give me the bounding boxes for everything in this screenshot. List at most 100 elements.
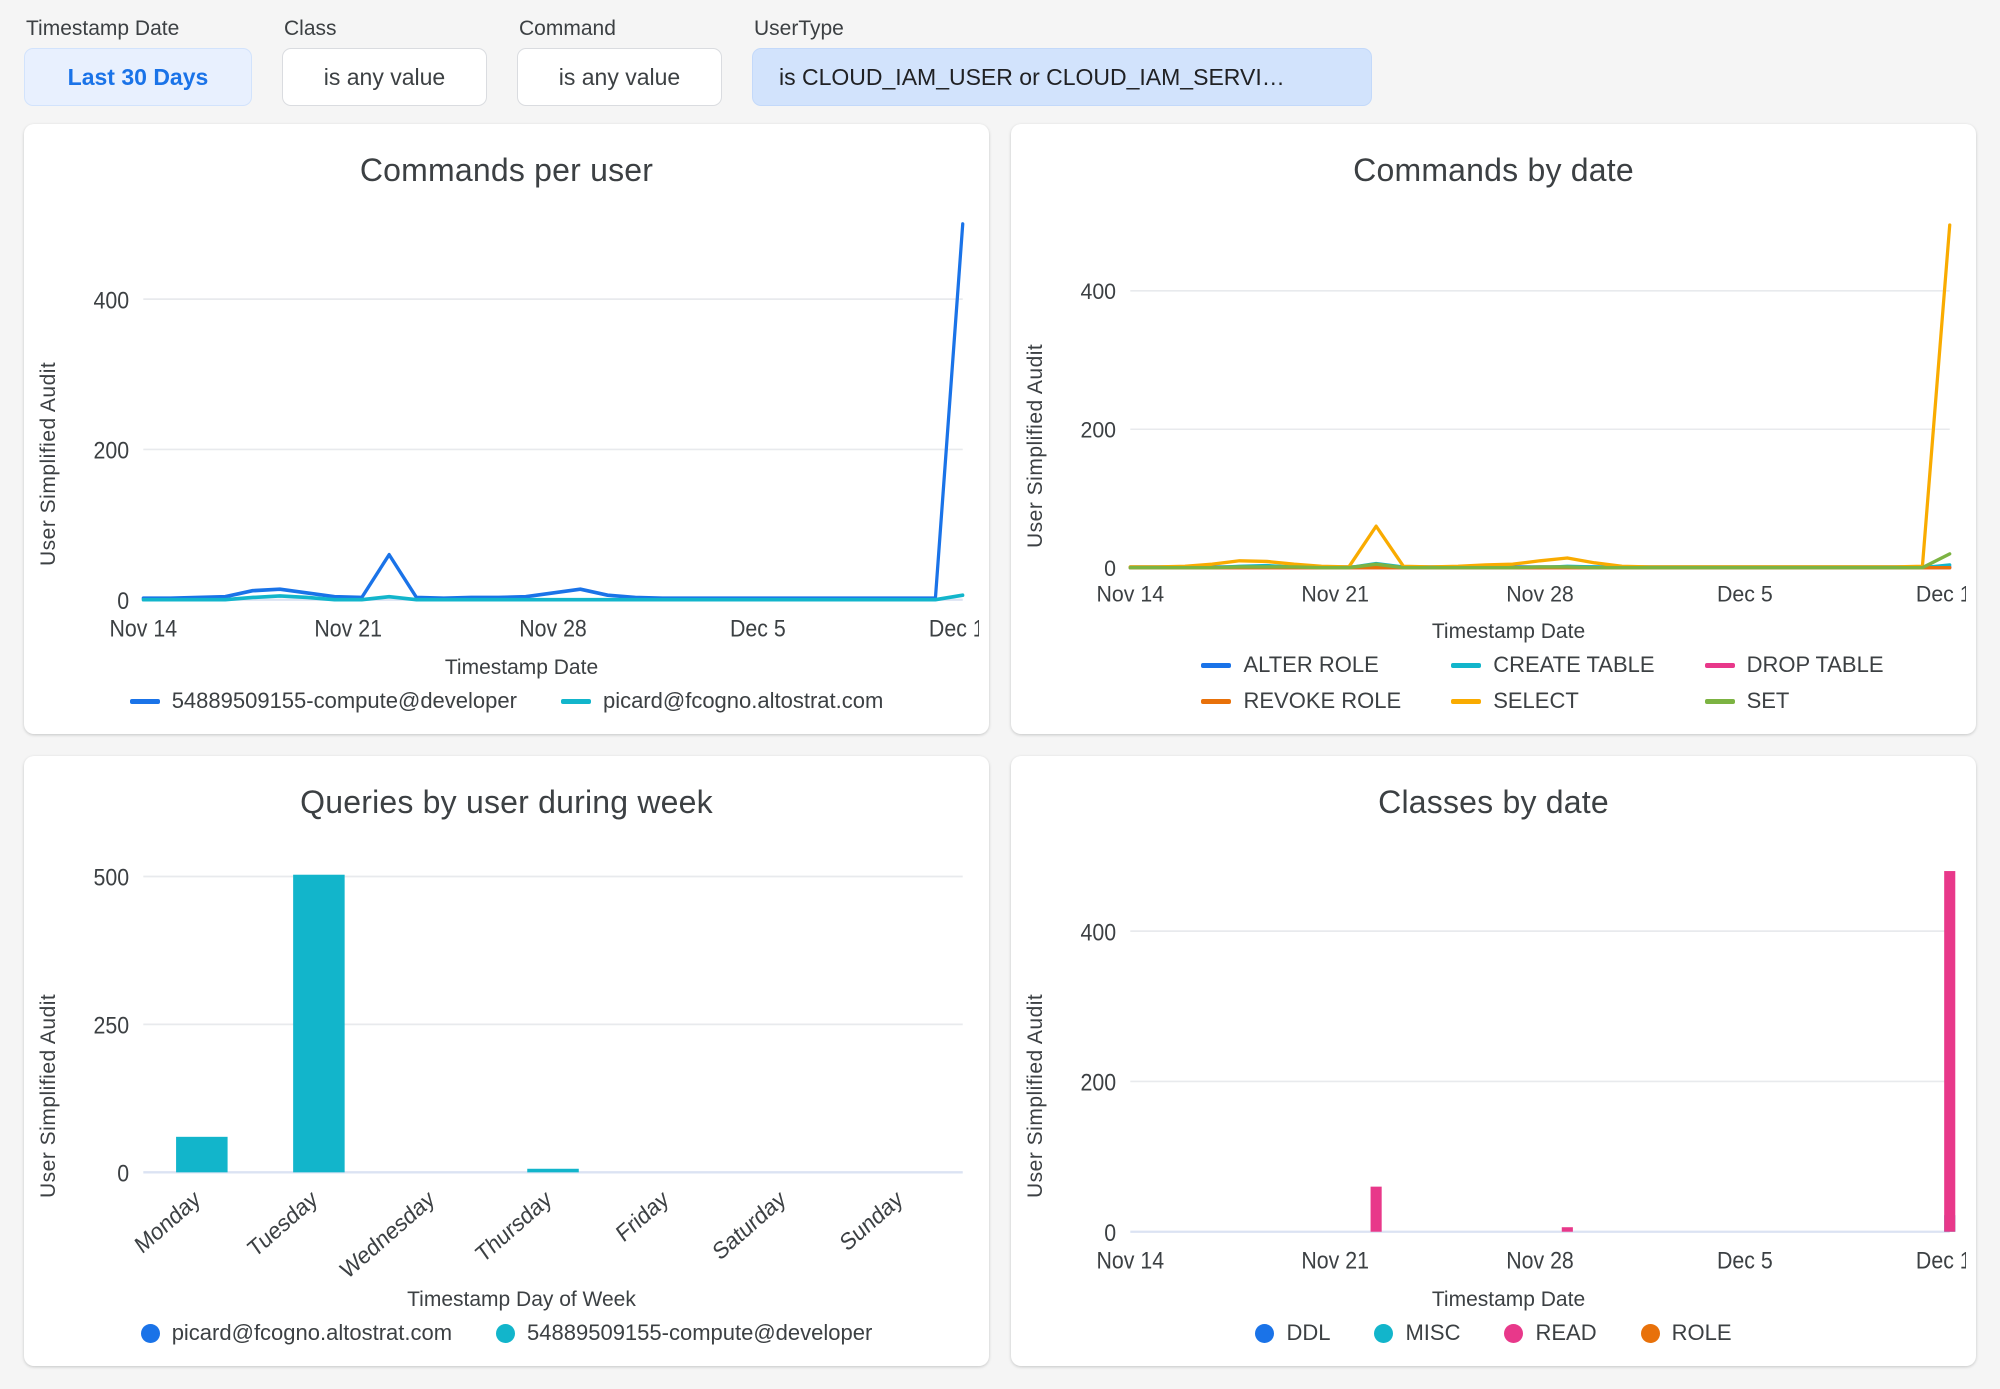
legend-label: REVOKE ROLE: [1243, 688, 1402, 713]
legend-line-icon: [1451, 698, 1482, 704]
chart-svg: 0 200 400 Nov 14 Nov 21 Nov 28 Dec 5 Dec 12: [1080, 223, 1966, 606]
plot-area: User Simplified Audit 0 200 400 Nov 14 Nov 2…: [1021, 825, 1966, 1314]
legend-item[interactable]: READ: [1504, 1320, 1597, 1346]
chart-canvas-queries-by-user[interactable]: 0 250 500 Monday Tuesday Wednesday Thursday Fri…: [64, 825, 979, 1282]
legend-commands-per-user: 54889509155-compute@developer picard@fcog…: [34, 682, 979, 724]
tile-title: Classes by date: [1378, 784, 1609, 820]
bar[interactable]: [293, 874, 345, 1173]
filter-label: UserType: [754, 17, 844, 40]
legend-item[interactable]: SET: [1704, 688, 1884, 714]
bar[interactable]: [1944, 871, 1956, 1232]
x-axis-label: Timestamp Date: [1431, 1288, 1586, 1311]
filter-label: Timestamp Date: [26, 17, 180, 40]
legend-item[interactable]: REVOKE ROLE: [1201, 688, 1401, 714]
filter-bar: Timestamp Date Last 30 Days Class is any…: [0, 0, 2000, 114]
filter-usertype: UserType is CLOUD_IAM_USER or CLOUD_IAM_…: [752, 18, 1372, 106]
filter-chip-timestamp-date[interactable]: Last 30 Days: [24, 48, 252, 106]
x-tick-label: Tuesday: [243, 1184, 322, 1262]
legend-label: READ: [1535, 1320, 1597, 1345]
legend-label: DDL: [1286, 1320, 1331, 1345]
legend-label: picard@fcogno.altostrat.com: [171, 1320, 453, 1345]
bar[interactable]: [1370, 1186, 1382, 1232]
y-axis-label: User Simplified Audit: [1024, 343, 1047, 548]
legend-line-icon: [560, 698, 591, 704]
legend-line-icon: [1704, 662, 1735, 668]
legend-label: SELECT: [1493, 688, 1579, 713]
y-axis-label: User Simplified Audit: [37, 993, 60, 1198]
x-tick-label: Nov 28: [1506, 1246, 1574, 1273]
legend-item[interactable]: SELECT: [1451, 688, 1654, 714]
legend-commands-by-date: ALTER ROLE CREATE TABLE DROP TABLE REVOKE R…: [1021, 646, 1966, 724]
y-tick-label: 200: [93, 436, 129, 463]
legend-item[interactable]: 54889509155-compute@developer: [496, 1320, 872, 1346]
y-tick-label: 200: [1080, 1068, 1116, 1095]
y-tick-label: 200: [1080, 417, 1116, 442]
filter-timestamp-date: Timestamp Date Last 30 Days: [24, 18, 252, 106]
legend-dot-icon: [140, 1323, 160, 1343]
y-tick-label: 0: [117, 1159, 129, 1186]
filter-label: Command: [519, 17, 616, 40]
chart-svg: 0 200 400 Nov 14 Nov 21 Nov 28 Dec 5 Dec 12: [93, 222, 979, 642]
chart-canvas-commands-by-date[interactable]: 0 200 400 Nov 14 Nov 21 Nov 28 Dec 5 Dec 12: [1051, 193, 1966, 614]
series-line[interactable]: [1128, 223, 1952, 569]
legend-item[interactable]: ROLE: [1640, 1320, 1732, 1346]
x-tick-label: Saturday: [708, 1184, 791, 1265]
tile-commands-by-date[interactable]: Commands by date User Simplified Audit 0…: [1011, 124, 1976, 734]
y-tick-label: 400: [1080, 279, 1116, 304]
tile-commands-per-user[interactable]: Commands per user User Simplified Audit …: [24, 124, 989, 734]
legend-label: 54889509155-compute@developer: [527, 1320, 873, 1345]
chart-svg: 0 250 500 Monday Tuesday Wednesday Thursday Fri…: [93, 863, 963, 1282]
series-line[interactable]: [141, 222, 965, 601]
y-tick-label: 500: [93, 863, 129, 890]
tile-classes-by-date[interactable]: Classes by date User Simplified Audit 0 2…: [1011, 756, 1976, 1366]
tile-queries-by-user-during-week[interactable]: Queries by user during week User Simplif…: [24, 756, 989, 1366]
legend-label: MISC: [1405, 1320, 1461, 1345]
x-tick-label: Nov 21: [1301, 1246, 1369, 1273]
legend-item[interactable]: MISC: [1374, 1320, 1460, 1346]
tile-title: Queries by user during week: [300, 784, 713, 820]
bar[interactable]: [176, 1136, 228, 1173]
legend-item[interactable]: DDL: [1255, 1320, 1330, 1346]
x-tick-label: Friday: [611, 1184, 673, 1247]
chart-canvas-classes-by-date[interactable]: 0 200 400 Nov 14 Nov 21 Nov 28 Dec 5 Dec 12: [1051, 825, 1966, 1282]
bar[interactable]: [527, 1168, 579, 1173]
dashboard-grid: Commands per user User Simplified Audit …: [0, 114, 2000, 1382]
legend-item[interactable]: CREATE TABLE: [1451, 652, 1655, 678]
plot-area: User Simplified Audit 0 200 400 Nov 14 Nov 2…: [1021, 193, 1966, 646]
legend-dot-icon: [496, 1323, 516, 1343]
filter-chip-usertype[interactable]: is CLOUD_IAM_USER or CLOUD_IAM_SERVI…: [752, 48, 1372, 106]
legend-line-icon: [1201, 698, 1232, 704]
x-tick-label: Dec 5: [1717, 581, 1773, 606]
chart-canvas-commands-per-user[interactable]: 0 200 400 Nov 14 Nov 21 Nov 28 Dec 5 Dec 12: [64, 193, 979, 650]
legend-line-icon: [1704, 698, 1735, 704]
legend-item[interactable]: picard@fcogno.altostrat.com: [560, 688, 884, 714]
legend-item[interactable]: picard@fcogno.altostrat.com: [140, 1320, 453, 1346]
legend-queries-by-user: picard@fcogno.altostrat.com 54889509155-c…: [34, 1314, 979, 1356]
filter-chip-class[interactable]: is any value: [282, 48, 487, 106]
legend-dot-icon: [1374, 1323, 1394, 1343]
legend-label: picard@fcogno.altostrat.com: [602, 688, 884, 713]
x-tick-label: Nov 14: [1096, 581, 1164, 606]
legend-label: 54889509155-compute@developer: [171, 688, 517, 713]
y-tick-label: 400: [1080, 918, 1116, 945]
tile-title: Commands by date: [1353, 152, 1634, 188]
x-tick-label: Nov 14: [1097, 1246, 1165, 1273]
filter-chip-command[interactable]: is any value: [517, 48, 722, 106]
legend-item[interactable]: DROP TABLE: [1704, 652, 1884, 678]
x-tick-label: Nov 21: [314, 614, 382, 641]
x-tick-label: Dec 5: [730, 614, 786, 641]
legend-classes-by-date: DDL MISC READ ROLE: [1021, 1314, 1966, 1356]
x-tick-label: Dec 12: [929, 614, 979, 641]
bar[interactable]: [1561, 1227, 1573, 1232]
legend-line-icon: [129, 698, 160, 704]
y-tick-label: 250: [93, 1011, 129, 1038]
legend-line-icon: [1201, 662, 1232, 668]
y-tick-label: 0: [117, 587, 129, 614]
filter-command: Command is any value: [517, 18, 722, 106]
y-axis-label: User Simplified Audit: [1024, 993, 1047, 1198]
legend-item[interactable]: ALTER ROLE: [1201, 652, 1401, 678]
filter-label: Class: [284, 17, 337, 40]
x-tick-label: Sunday: [835, 1184, 908, 1256]
legend-label: CREATE TABLE: [1493, 652, 1655, 677]
legend-item[interactable]: 54889509155-compute@developer: [129, 688, 517, 714]
